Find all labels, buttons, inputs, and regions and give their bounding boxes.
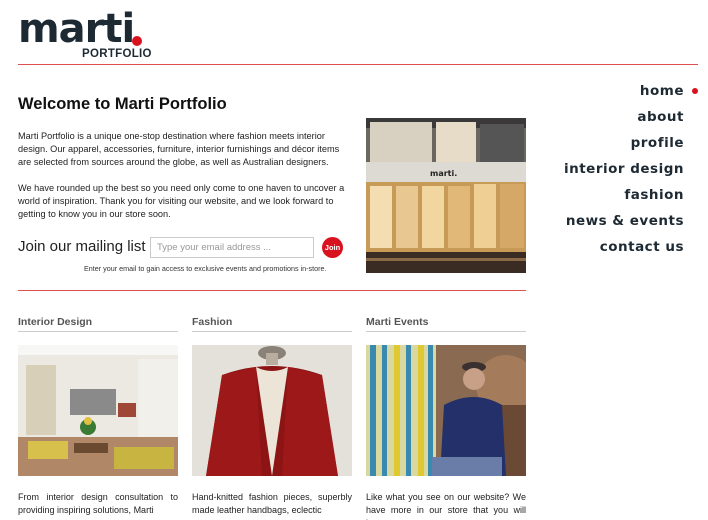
nav-item-label: fashion	[624, 187, 684, 203]
card-title[interactable]: Interior Design	[18, 316, 178, 332]
logo-subtitle: PORTFOLIO	[82, 48, 152, 60]
active-indicator-dot	[692, 88, 698, 94]
page-title: Welcome to Marti Portfolio	[18, 95, 227, 113]
nav-item-label: news & events	[565, 213, 684, 229]
fashion-photo[interactable]	[192, 345, 352, 476]
nav-item-label: profile	[630, 135, 684, 151]
mailing-list-note: Enter your email to gain access to exclu…	[84, 264, 327, 273]
nav-item-interior-design[interactable]: interior design	[538, 160, 698, 186]
nav-item-label: interior design	[563, 161, 684, 177]
fashion-card: Fashion Hand-knitted fashion pieces, sup…	[192, 316, 352, 517]
logo-red-dot	[132, 36, 142, 46]
interior-design-photo[interactable]	[18, 345, 178, 476]
site-logo[interactable]: marti PORTFOLIO	[18, 6, 151, 62]
nav-item-home[interactable]: home	[538, 82, 698, 108]
card-title[interactable]: Fashion	[192, 316, 352, 332]
header-divider	[18, 64, 698, 65]
card-text: From interior design consultation to pro…	[18, 492, 178, 515]
intro-text: Marti Portfolio is a unique one-stop des…	[18, 130, 354, 234]
nav-item-label: contact us	[599, 239, 684, 255]
intro-paragraph: Marti Portfolio is a unique one-stop des…	[18, 131, 340, 167]
join-button[interactable]: Join	[322, 237, 343, 258]
store-front-photo: marti.	[366, 118, 526, 273]
nav-item-label: home	[639, 83, 684, 99]
interior-design-card: Interior Design From interior design con…	[18, 316, 178, 517]
svg-text:marti.: marti.	[430, 169, 457, 178]
nav-item-fashion[interactable]: fashion	[538, 186, 698, 212]
nav-item-profile[interactable]: profile	[538, 134, 698, 160]
marti-events-card: Marti Events Like what you see on our we…	[366, 316, 526, 520]
section-divider	[18, 290, 526, 291]
nav-item-contact-us[interactable]: contact us	[538, 238, 698, 264]
marti-events-photo[interactable]	[366, 345, 526, 476]
main-nav: home about profile interior design fashi…	[538, 82, 698, 264]
intro-paragraph: We have rounded up the best so you need …	[18, 183, 345, 219]
email-input[interactable]	[150, 237, 314, 258]
mailing-list-heading: Join our mailing list	[18, 238, 146, 255]
nav-item-news-events[interactable]: news & events	[538, 212, 698, 238]
card-title[interactable]: Marti Events	[366, 316, 526, 332]
card-text: Hand-knitted fashion pieces, superbly ma…	[192, 492, 352, 515]
card-text: Like what you see on our website? We hav…	[366, 492, 526, 520]
nav-item-about[interactable]: about	[538, 108, 698, 134]
nav-item-label: about	[637, 109, 684, 125]
logo-wordmark: marti	[18, 6, 135, 52]
